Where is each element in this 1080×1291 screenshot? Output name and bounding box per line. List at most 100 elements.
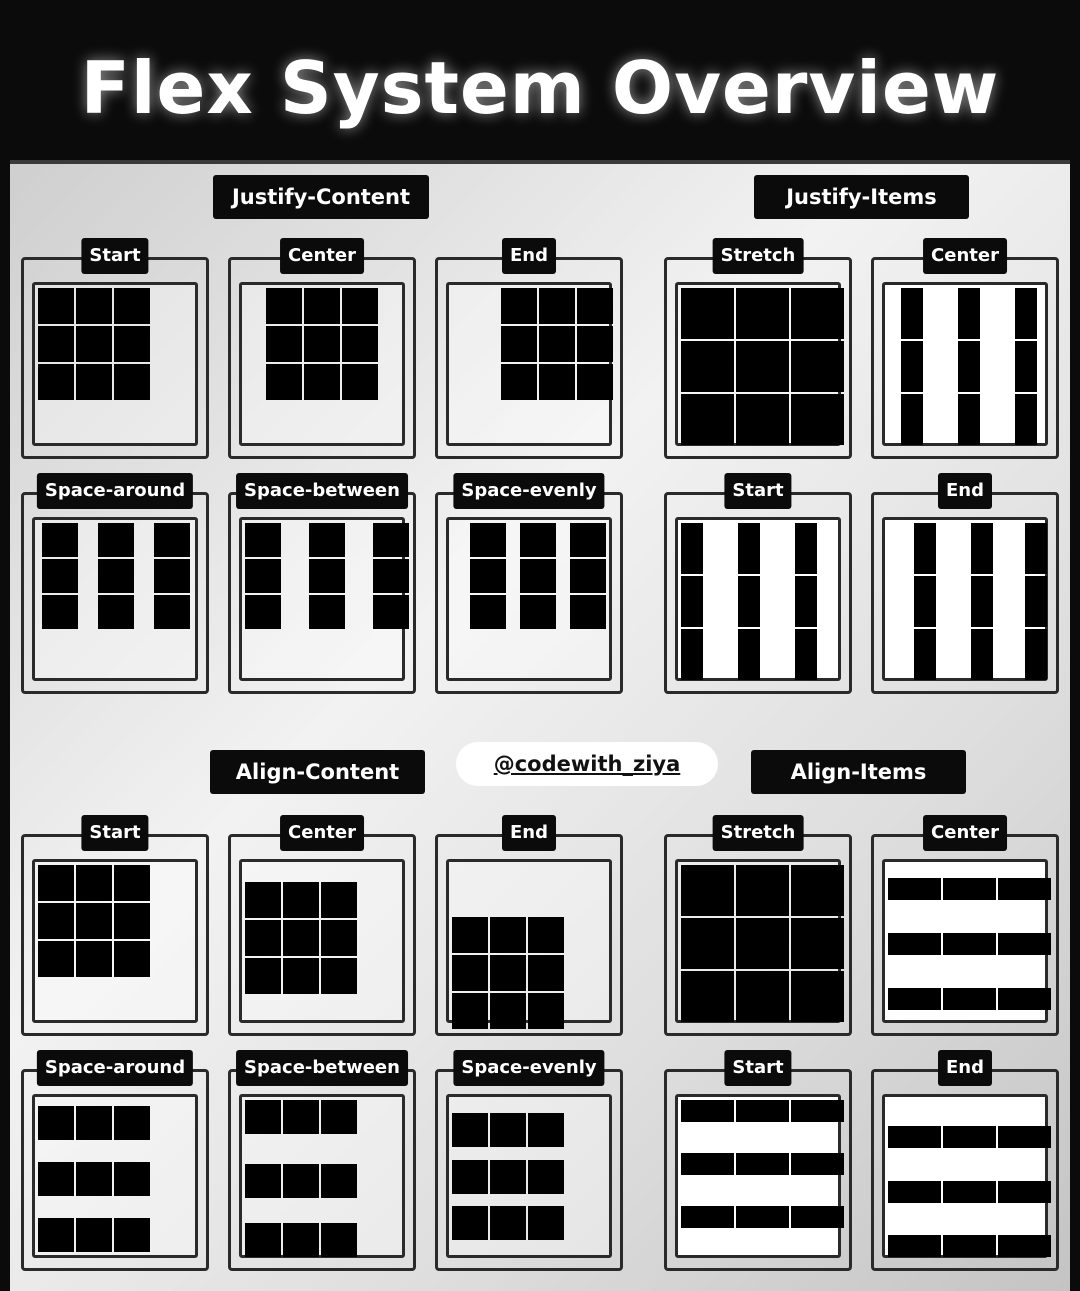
grid-cell xyxy=(901,394,923,445)
card-label: Start xyxy=(81,238,149,274)
grid-cell xyxy=(321,920,357,956)
grid-cell xyxy=(373,595,409,629)
grid-cell xyxy=(736,341,789,392)
grid-cell xyxy=(914,576,936,627)
grid-cell xyxy=(38,364,74,400)
grid-cell xyxy=(958,341,980,392)
grid-cell xyxy=(738,523,760,574)
grid-cell xyxy=(998,988,1051,1010)
grid-cell xyxy=(114,941,150,977)
grid-cell xyxy=(114,1218,150,1252)
grid-cell xyxy=(791,341,844,392)
grid-cell xyxy=(998,1235,1051,1257)
grid-cell xyxy=(795,576,817,627)
grid-cell xyxy=(501,364,537,400)
card-justify-items-start: Start xyxy=(664,473,852,694)
grid-cell xyxy=(736,865,789,916)
grid-cell xyxy=(681,576,703,627)
grid-cell xyxy=(38,288,74,324)
container-box xyxy=(446,282,613,446)
grid-cell xyxy=(539,364,575,400)
grid-cell xyxy=(570,559,606,593)
grid-cell xyxy=(283,1223,319,1257)
grid-cell xyxy=(681,1206,734,1228)
grid-cell xyxy=(888,878,941,900)
grid-cell xyxy=(266,326,302,362)
grid-cell xyxy=(888,1235,941,1257)
grid-cell xyxy=(76,288,112,324)
grid-cell xyxy=(98,595,134,629)
card-justify-content-space-between: Space-between xyxy=(228,473,416,694)
grid-cell xyxy=(452,955,488,991)
grid-cell xyxy=(888,933,941,955)
grid-cell xyxy=(283,1100,319,1134)
grid-cell xyxy=(321,882,357,918)
grid-cell xyxy=(283,958,319,994)
grid-cell xyxy=(470,523,506,557)
card-label: Space-evenly xyxy=(453,473,605,509)
grid-cell xyxy=(283,882,319,918)
grid-cell xyxy=(76,903,112,939)
grid-cell xyxy=(76,1218,112,1252)
card-label: Stretch xyxy=(712,815,804,851)
grid-cell xyxy=(114,903,150,939)
grid-cell xyxy=(452,1206,488,1240)
grid-cell xyxy=(1015,394,1037,445)
grid-cell xyxy=(681,865,734,916)
grid-cell xyxy=(245,920,281,956)
grid-cell xyxy=(998,1126,1051,1148)
grid-cell xyxy=(681,394,734,445)
card-align-content-space-evenly: Space-evenly xyxy=(435,1050,623,1271)
grid-cell xyxy=(791,1206,844,1228)
grid-cell xyxy=(38,865,74,901)
grid-cell xyxy=(490,993,526,1029)
grid-cell xyxy=(681,341,734,392)
grid-cell xyxy=(736,288,789,339)
grid-cell xyxy=(490,1113,526,1147)
grid-cell xyxy=(888,988,941,1010)
grid-cell xyxy=(42,559,78,593)
grid-cell xyxy=(738,576,760,627)
grid-cell xyxy=(901,288,923,339)
grid-cell xyxy=(309,595,345,629)
card-label: Space-around xyxy=(36,473,194,509)
grid-cell xyxy=(98,559,134,593)
grid-cell xyxy=(342,364,378,400)
grid-cell xyxy=(321,958,357,994)
card-label: Stretch xyxy=(712,238,804,274)
section-label-align-content: Align-Content xyxy=(210,750,425,794)
grid-cell xyxy=(528,1206,564,1240)
grid-cell xyxy=(681,1153,734,1175)
container-box xyxy=(446,859,612,1029)
container-box xyxy=(675,282,844,446)
grid-cell xyxy=(76,1162,112,1196)
grid-cell xyxy=(342,326,378,362)
section-label-align-items: Align-Items xyxy=(751,750,966,794)
grid-cell xyxy=(901,341,923,392)
grid-cell xyxy=(98,523,134,557)
grid-cell xyxy=(528,993,564,1029)
card-align-content-start: Start xyxy=(21,815,209,1036)
grid-cell xyxy=(943,933,996,955)
grid-cell xyxy=(1015,288,1037,339)
grid-cell xyxy=(888,1181,941,1203)
grid-cell xyxy=(914,523,936,574)
grid-cell xyxy=(681,629,703,680)
card-label: End xyxy=(938,1050,992,1086)
grid-cell xyxy=(577,364,613,400)
grid-cell xyxy=(998,933,1051,955)
grid-cell xyxy=(490,917,526,953)
card-justify-content-center: Center xyxy=(228,238,416,459)
grid-cell xyxy=(736,1100,789,1122)
card-justify-content-start: Start xyxy=(21,238,209,459)
card-label: Center xyxy=(923,238,1007,274)
card-label: Center xyxy=(280,815,364,851)
grid-cell xyxy=(501,326,537,362)
grid-cell xyxy=(681,918,734,969)
grid-cell xyxy=(738,629,760,680)
grid-cell xyxy=(114,865,150,901)
card-align-content-space-between: Space-between xyxy=(228,1050,416,1271)
grid-cell xyxy=(501,288,537,324)
grid-cell xyxy=(76,1106,112,1140)
grid-cell xyxy=(245,1100,281,1134)
